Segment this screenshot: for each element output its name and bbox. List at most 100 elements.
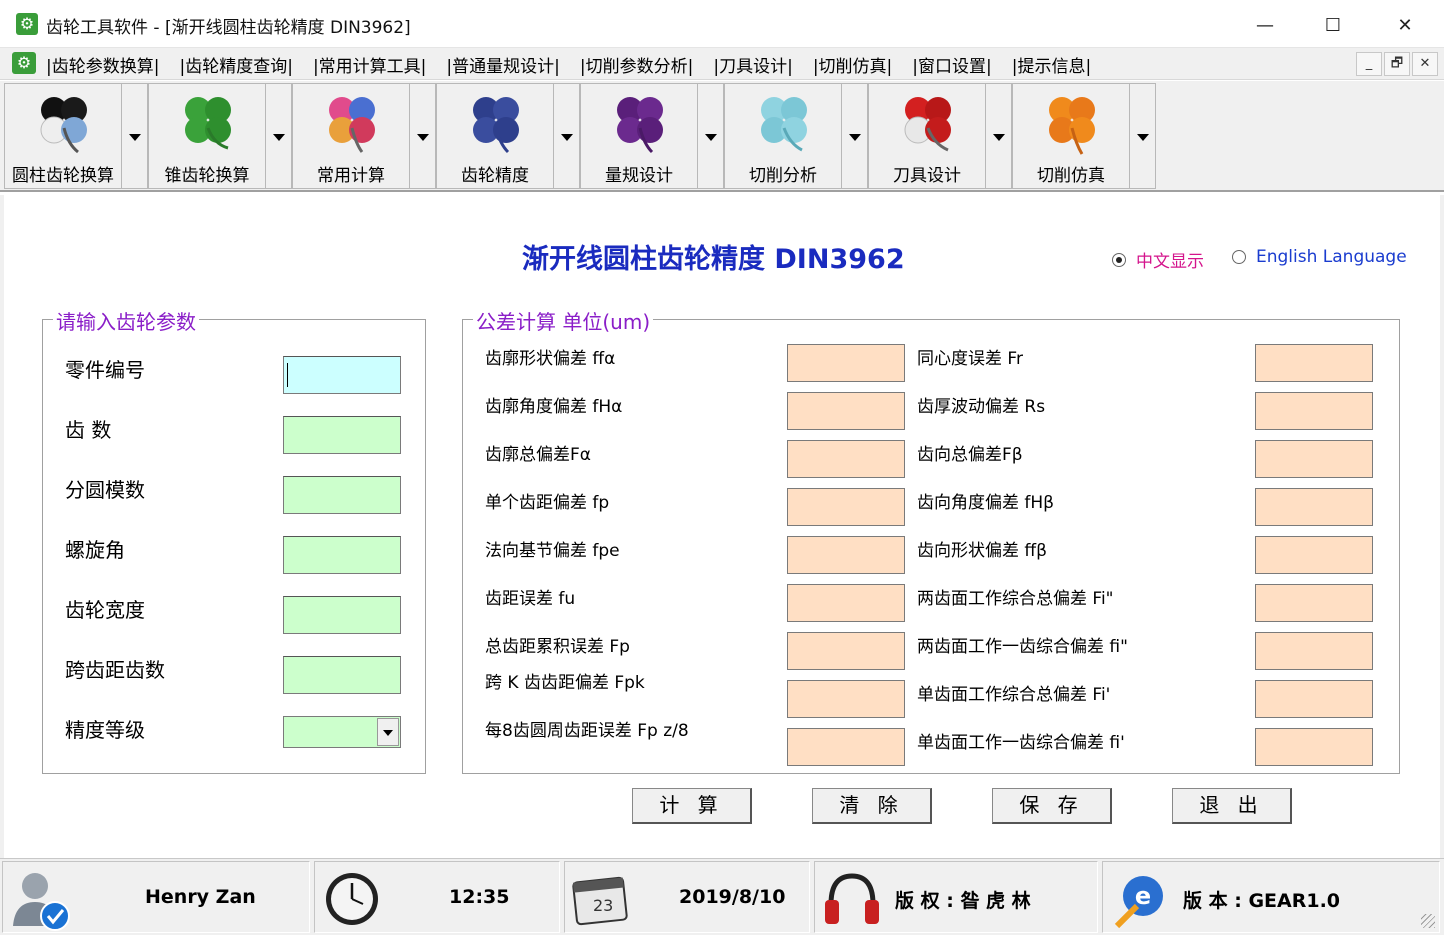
tol-output-Fr[interactable]: [1255, 344, 1373, 382]
common-calc-button[interactable]: 常用计算: [292, 83, 410, 189]
menu-cutting-analysis[interactable]: |切削参数分析|: [580, 52, 693, 77]
tol-output-ffb[interactable]: [1255, 536, 1373, 574]
tool-design-dropdown[interactable]: [986, 83, 1012, 189]
tol-output-Fi2[interactable]: [1255, 584, 1373, 622]
tol-output-fp[interactable]: [787, 488, 905, 526]
tol-output-Fp[interactable]: [787, 632, 905, 670]
status-time: 12:35: [449, 886, 510, 908]
cutting-analysis-dropdown[interactable]: [842, 83, 868, 189]
menu-window-settings[interactable]: |窗口设置|: [912, 52, 991, 77]
face-width-label: 齿轮宽度: [65, 598, 145, 622]
bevel-gear-dropdown[interactable]: [266, 83, 292, 189]
mdi-minimize-button[interactable]: _: [1356, 52, 1382, 76]
menu-tool-design[interactable]: |刀具设计|: [713, 52, 792, 77]
calendar-day: 23: [593, 896, 614, 915]
gauge-design-button[interactable]: 量规设计: [580, 83, 698, 189]
tol-label-Rs: 齿厚波动偏差 Rs: [917, 397, 1046, 417]
cutting-analysis-button[interactable]: 切削分析: [724, 83, 842, 189]
cylindrical-gear-label: 圆柱齿轮换算: [12, 166, 114, 186]
tol-output-fha[interactable]: [787, 392, 905, 430]
lang-english-radio[interactable]: English Language: [1232, 247, 1407, 267]
span-teeth-input[interactable]: [283, 656, 401, 694]
radio-checked-icon: [1112, 252, 1126, 267]
status-bar: Henry Zan 12:35 23 2019/8/10 版 权 : 昝 虎 林…: [0, 858, 1444, 935]
tol-output-fi1[interactable]: [1255, 728, 1373, 766]
tool-design-label: 刀具设计: [893, 166, 961, 186]
menu-gear-precision[interactable]: |齿轮精度查询|: [179, 52, 292, 77]
teeth-count-input[interactable]: [283, 416, 401, 454]
menu-gear-params[interactable]: |齿轮参数换算|: [46, 52, 159, 77]
resize-grip[interactable]: [1421, 914, 1435, 928]
chevron-down-icon[interactable]: [377, 718, 399, 746]
clover-purple-icon: [617, 97, 663, 154]
tol-output-Fpz8[interactable]: [787, 728, 905, 766]
tol-label-fi2: 两齿面工作一齿综合偏差 fi": [917, 637, 1128, 657]
status-date-panel: 23 2019/8/10: [564, 861, 810, 933]
gear-precision-button[interactable]: 齿轮精度: [436, 83, 554, 189]
mdi-close-button[interactable]: ✕: [1412, 52, 1438, 76]
toolbar-group-common: 常用计算: [292, 83, 436, 189]
tol-output-Fb[interactable]: [1255, 440, 1373, 478]
tol-label-Fpz8: 每8齿圆周齿距误差 Fp z/8: [485, 721, 689, 741]
tolerance-group-legend: 公差计算 单位(um): [473, 306, 654, 335]
span-teeth-label: 跨齿距齿数: [65, 658, 165, 682]
tol-output-Fa[interactable]: [787, 440, 905, 478]
tol-output-Fi1[interactable]: [1255, 680, 1373, 718]
cylindrical-gear-dropdown[interactable]: [122, 83, 148, 189]
mdi-restore-button[interactable]: 🗗: [1384, 52, 1410, 76]
tol-label-Fr: 同心度误差 Fr: [917, 349, 1023, 369]
menu-cutting-sim[interactable]: |切削仿真|: [813, 52, 892, 77]
status-time-panel: 12:35: [314, 861, 560, 933]
part-number-input[interactable]: [283, 356, 401, 394]
gear-precision-dropdown[interactable]: [554, 83, 580, 189]
gauge-design-dropdown[interactable]: [698, 83, 724, 189]
menu-items: |齿轮参数换算| |齿轮精度查询| |常用计算工具| |普通量规设计| |切削参…: [46, 52, 1111, 77]
lang-chinese-radio[interactable]: 中文显示: [1112, 247, 1204, 272]
toolbar-group-cylindrical: 圆柱齿轮换算: [4, 83, 148, 189]
status-date: 2019/8/10: [679, 886, 786, 908]
clover-colorful-icon: [329, 97, 375, 153]
gear-menu-icon[interactable]: ⚙: [12, 52, 36, 74]
cutting-sim-dropdown[interactable]: [1130, 83, 1156, 189]
tol-label-Fp: 总齿距累积误差 Fp: [485, 637, 630, 657]
maximize-button[interactable]: ☐: [1310, 8, 1356, 42]
accuracy-grade-select[interactable]: [283, 716, 401, 748]
tol-output-ffa[interactable]: [787, 344, 905, 382]
menu-common-tools[interactable]: |常用计算工具|: [313, 52, 426, 77]
tol-label-Fi2: 两齿面工作综合总偏差 Fi": [917, 589, 1114, 609]
status-copyright: 版 权 : 昝 虎 林: [895, 890, 1031, 912]
accuracy-grade-label: 精度等级: [65, 718, 145, 742]
mdi-controls: _ 🗗 ✕: [1356, 52, 1438, 76]
tol-output-Rs[interactable]: [1255, 392, 1373, 430]
radio-unchecked-icon: [1232, 250, 1246, 264]
face-width-input[interactable]: [283, 596, 401, 634]
exit-button[interactable]: 退 出: [1172, 788, 1292, 824]
close-button[interactable]: ✕: [1382, 8, 1428, 42]
module-input[interactable]: [283, 476, 401, 514]
teeth-count-label: 齿 数: [65, 418, 112, 442]
calculate-button[interactable]: 计 算: [632, 788, 752, 824]
clover-black-icon: [40, 97, 87, 154]
menu-gauge-design[interactable]: |普通量规设计|: [446, 52, 559, 77]
helix-angle-input[interactable]: [283, 536, 401, 574]
lang-chinese-label: 中文显示: [1136, 252, 1204, 272]
common-calc-dropdown[interactable]: [410, 83, 436, 189]
tool-design-button[interactable]: 刀具设计: [868, 83, 986, 189]
tol-output-fpe[interactable]: [787, 536, 905, 574]
clear-button[interactable]: 清 除: [812, 788, 932, 824]
tol-output-fi2[interactable]: [1255, 632, 1373, 670]
bevel-gear-button[interactable]: 锥齿轮换算: [148, 83, 266, 189]
tol-output-fu[interactable]: [787, 584, 905, 622]
cylindrical-gear-button[interactable]: 圆柱齿轮换算: [4, 83, 122, 189]
module-label: 分圆模数: [65, 478, 145, 502]
cutting-sim-button[interactable]: 切削仿真: [1012, 83, 1130, 189]
menu-bar: ⚙ |齿轮参数换算| |齿轮精度查询| |常用计算工具| |普通量规设计| |切…: [0, 48, 1444, 80]
status-user-panel: Henry Zan: [2, 861, 310, 933]
part-number-label: 零件编号: [65, 358, 145, 382]
menu-tips[interactable]: |提示信息|: [1012, 52, 1091, 77]
tol-label-ffa: 齿廓形状偏差 ffα: [485, 349, 616, 369]
tol-output-Fpk[interactable]: [787, 680, 905, 718]
minimize-button[interactable]: —: [1242, 8, 1288, 42]
tol-output-fhb[interactable]: [1255, 488, 1373, 526]
save-button[interactable]: 保 存: [992, 788, 1112, 824]
